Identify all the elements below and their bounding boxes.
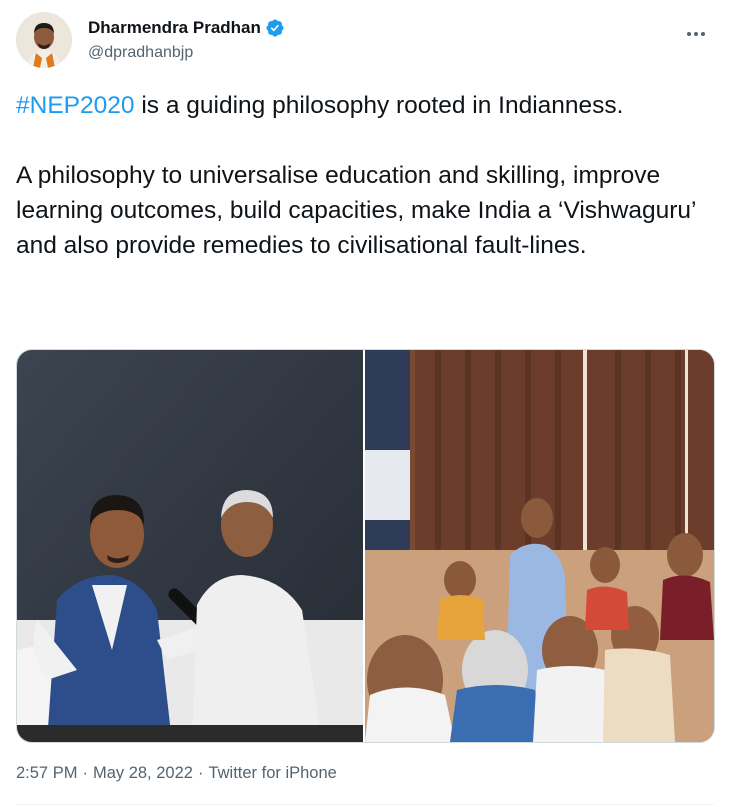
photo-2[interactable] xyxy=(365,350,714,742)
tweet-paragraph-1: #NEP2020 is a guiding philosophy rooted … xyxy=(16,88,696,123)
tweet-date[interactable]: May 28, 2022 xyxy=(93,764,193,783)
tweet-paragraph-1-text: is a guiding philosophy rooted in Indian… xyxy=(134,92,624,119)
photo-1[interactable] xyxy=(17,350,363,742)
meta-separator-2: · xyxy=(197,764,204,782)
photo-icon xyxy=(17,350,363,742)
media-grid xyxy=(16,349,715,743)
name-row: Dharmendra Pradhan xyxy=(88,18,285,38)
divider xyxy=(16,804,714,805)
tweet-paragraph-2: A philosophy to universalise education a… xyxy=(16,162,696,259)
tweet-source[interactable]: Twitter for iPhone xyxy=(208,764,336,783)
author-name[interactable]: Dharmendra Pradhan xyxy=(88,18,261,38)
tweet-header: Dharmendra Pradhan @dpradhanbjp xyxy=(16,12,714,76)
verified-badge-icon xyxy=(265,18,285,38)
photo-icon xyxy=(365,350,714,742)
tweet-meta: 2:57 PM · May 28, 2022 · Twitter for iPh… xyxy=(16,764,337,783)
avatar-image xyxy=(16,12,72,68)
avatar[interactable] xyxy=(16,12,72,68)
author-handle[interactable]: @dpradhanbjp xyxy=(88,44,193,62)
meta-separator: · xyxy=(82,764,88,782)
tweet-text: #NEP2020 is a guiding philosophy rooted … xyxy=(16,88,696,263)
tweet-time[interactable]: 2:57 PM xyxy=(16,764,77,783)
more-options-icon[interactable] xyxy=(682,22,710,46)
hashtag-link[interactable]: #NEP2020 xyxy=(16,92,135,119)
